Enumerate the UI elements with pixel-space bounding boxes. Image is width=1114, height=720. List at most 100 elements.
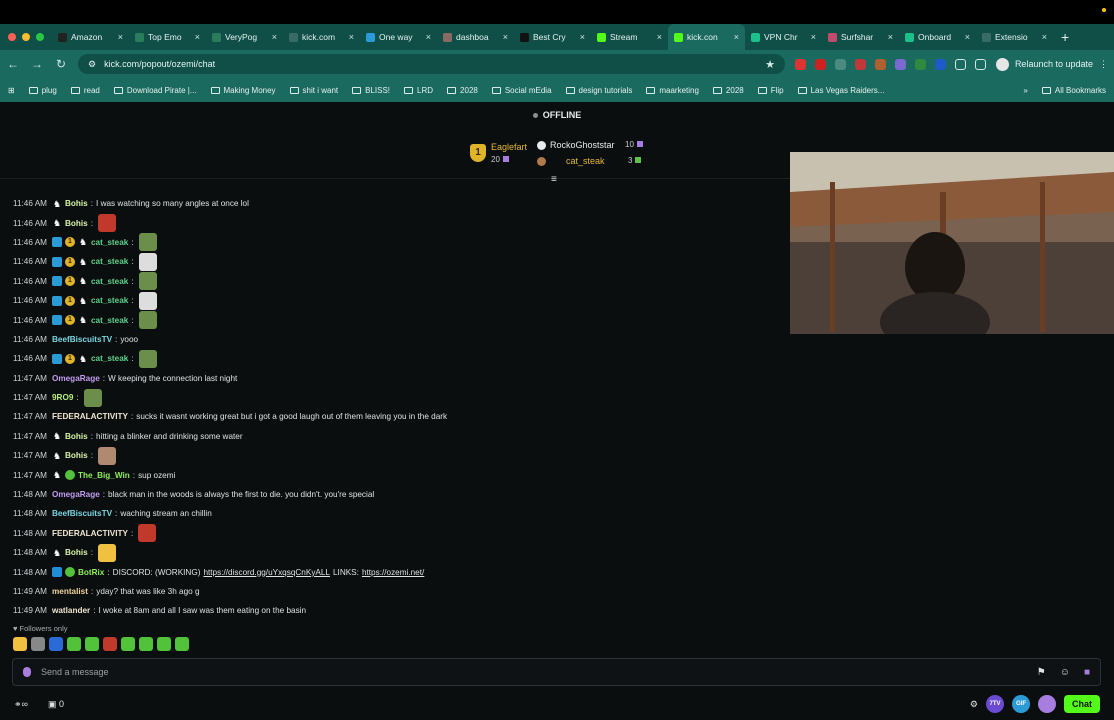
quick-emote[interactable] <box>85 637 99 651</box>
chat-username[interactable]: 9RO9 <box>52 393 73 402</box>
extension-red-icon[interactable] <box>794 58 806 70</box>
bookmark-item[interactable]: BLISS! <box>352 86 390 95</box>
bookmark-item[interactable]: shit i want <box>289 86 338 95</box>
extension-orange-icon[interactable] <box>874 58 886 70</box>
chat-emote[interactable] <box>138 311 157 330</box>
chat-username[interactable]: Bohis <box>65 548 88 557</box>
gif-button[interactable]: GIF <box>1012 695 1030 713</box>
close-tab-icon[interactable]: × <box>503 32 508 42</box>
seven-tv-emote-icon[interactable]: ⚑ <box>1037 667 1046 678</box>
close-window-button[interactable] <box>8 33 16 41</box>
chat-username[interactable]: cat_steak <box>91 354 128 363</box>
chat-username[interactable]: cat_steak <box>91 277 128 286</box>
extension-blue-icon[interactable] <box>834 58 846 70</box>
browser-tab[interactable]: Stream × <box>591 24 668 50</box>
chat-username[interactable]: BeefBiscuitsTV <box>52 335 112 344</box>
chat-emote[interactable] <box>98 446 117 465</box>
all-bookmarks-button[interactable]: All Bookmarks <box>1041 86 1106 95</box>
minimize-window-button[interactable] <box>22 33 30 41</box>
quick-emote[interactable] <box>67 637 81 651</box>
extension-pin-icon[interactable] <box>814 58 826 70</box>
chat-emote[interactable] <box>138 524 157 543</box>
chat-username[interactable]: Bohis <box>65 219 88 228</box>
bookmark-item[interactable]: Las Vegas Raiders... <box>797 86 884 95</box>
chat-emote[interactable] <box>98 543 117 562</box>
browser-tab[interactable]: One way × <box>360 24 437 50</box>
bookmark-item[interactable]: plug <box>28 86 57 95</box>
kick-emote-button[interactable] <box>1038 695 1056 713</box>
chat-emote[interactable] <box>138 233 157 252</box>
quick-emote[interactable] <box>139 637 153 651</box>
webcam-video-overlay[interactable] <box>790 152 1114 334</box>
chat-username[interactable]: Bohis <box>65 199 88 208</box>
quick-emote[interactable] <box>13 637 27 651</box>
relaunch-update-button[interactable]: Relaunch to update ⋮ <box>995 57 1108 71</box>
site-info-icon[interactable]: ⚙ <box>88 59 96 70</box>
quick-emote[interactable] <box>121 637 135 651</box>
extensions-puzzle-icon[interactable] <box>954 58 966 70</box>
chat-username[interactable]: cat_steak <box>91 296 128 305</box>
gifter-2-name[interactable]: RockoGhoststar <box>550 140 615 150</box>
extension-square-icon[interactable] <box>854 58 866 70</box>
quick-emote[interactable] <box>175 637 189 651</box>
close-tab-icon[interactable]: × <box>811 32 816 42</box>
more-menu-icon[interactable]: ⋮ <box>1099 59 1108 70</box>
gift-counter[interactable]: ▣ 0 <box>48 699 64 710</box>
chat-emote[interactable] <box>138 272 157 291</box>
bookmark-item[interactable]: Flip <box>757 86 784 95</box>
browser-tab[interactable]: dashboa × <box>437 24 514 50</box>
chat-username[interactable]: cat_steak <box>91 316 128 325</box>
bookmark-item[interactable]: design tutorials <box>565 86 632 95</box>
close-tab-icon[interactable]: × <box>349 32 354 42</box>
new-tab-plus-icon[interactable]: + <box>1061 29 1069 45</box>
browser-tab[interactable]: VeryPog × <box>206 24 283 50</box>
bookmark-item[interactable]: maarketing <box>646 86 699 95</box>
chat-emote[interactable] <box>138 252 157 271</box>
gifter-3-name[interactable]: cat_steak <box>566 156 605 166</box>
chat-username[interactable]: watlander <box>52 606 90 615</box>
forward-arrow-icon[interactable]: → <box>30 57 44 71</box>
website-link[interactable]: https://ozemi.net/ <box>362 568 424 577</box>
seven-tv-button[interactable]: 7TV <box>986 695 1004 713</box>
close-tab-icon[interactable]: × <box>118 32 123 42</box>
bookmarks-overflow-icon[interactable]: » <box>1023 86 1027 95</box>
browser-tab[interactable]: kick.com × <box>283 24 360 50</box>
bookmark-item[interactable]: LRD <box>404 86 433 95</box>
bookmark-item[interactable]: Download Pirate |... <box>113 86 197 95</box>
bookmark-item[interactable]: 2028 <box>712 86 744 95</box>
close-tab-icon[interactable]: × <box>426 32 431 42</box>
chat-username[interactable]: Bohis <box>65 451 88 460</box>
close-tab-icon[interactable]: × <box>272 32 277 42</box>
extension-purple-icon[interactable] <box>894 58 906 70</box>
bookmark-star-icon[interactable]: ★ <box>765 58 775 71</box>
chat-username[interactable]: OmegaRage <box>52 490 100 499</box>
profile-avatar[interactable] <box>995 57 1009 71</box>
emoji-icon[interactable]: ☺ <box>1060 667 1070 678</box>
quick-emote[interactable] <box>49 637 63 651</box>
chat-username[interactable]: OmegaRage <box>52 374 100 383</box>
chat-username[interactable]: Bohis <box>65 432 88 441</box>
close-tab-icon[interactable]: × <box>965 32 970 42</box>
chat-username[interactable]: BeefBiscuitsTV <box>52 509 112 518</box>
browser-tab[interactable]: Top Emo × <box>129 24 206 50</box>
browser-tab[interactable]: Extensio × <box>976 24 1053 50</box>
chat-username[interactable]: BotRix <box>78 568 104 577</box>
bookmark-item[interactable]: read <box>70 86 100 95</box>
extension-green-icon[interactable] <box>914 58 926 70</box>
browser-tab[interactable]: Surfshar × <box>822 24 899 50</box>
chat-emote[interactable] <box>98 214 117 233</box>
chat-username[interactable]: cat_steak <box>91 238 128 247</box>
send-chat-button[interactable]: Chat <box>1064 695 1100 713</box>
extension-info-icon[interactable] <box>934 58 946 70</box>
chat-emote[interactable] <box>138 291 157 310</box>
browser-tab[interactable]: Best Cry × <box>514 24 591 50</box>
discord-link[interactable]: https://discord.gg/uYxqsqCnKyALL <box>203 568 330 577</box>
mic-icon[interactable] <box>23 667 31 677</box>
chat-username[interactable]: mentalist <box>52 587 88 596</box>
settings-gear-icon[interactable]: ⚙ <box>970 699 978 710</box>
close-tab-icon[interactable]: × <box>888 32 893 42</box>
chat-username[interactable]: FEDERALACTIVITY <box>52 412 128 421</box>
browser-tab[interactable]: Onboard × <box>899 24 976 50</box>
close-tab-icon[interactable]: × <box>734 32 739 42</box>
reload-icon[interactable]: ↻ <box>54 57 68 71</box>
